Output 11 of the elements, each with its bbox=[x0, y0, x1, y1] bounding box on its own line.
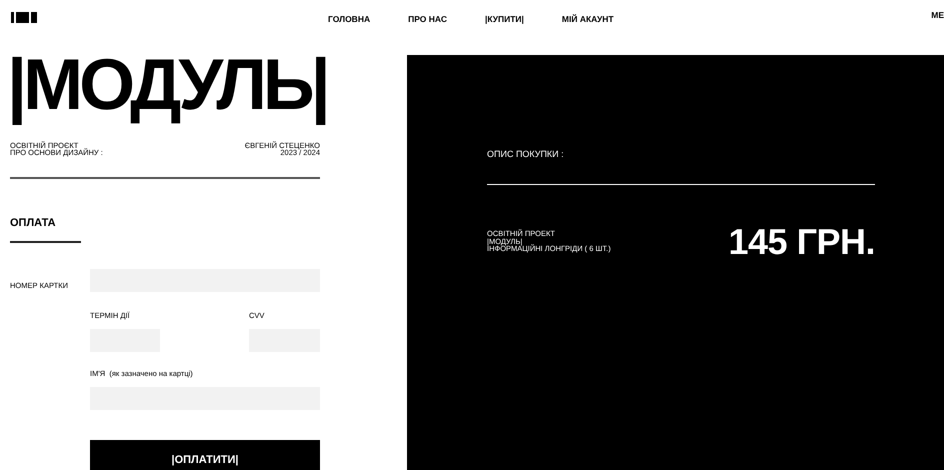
nav-link[interactable]: МІЙ АКАУНТ bbox=[562, 13, 614, 26]
summary-heading: ОПИС ПОКУПКИ : bbox=[487, 149, 564, 159]
nav-link[interactable]: |КУПИТИ| bbox=[484, 13, 524, 26]
section-heading: ОПЛАТА bbox=[10, 215, 81, 243]
nav-link[interactable]: ПРО НАС bbox=[408, 13, 447, 26]
menu-link[interactable]: МЕ bbox=[931, 9, 944, 22]
brand-title: |МОДУЛЬ| bbox=[7, 48, 328, 124]
price-total: 145 ГРН. bbox=[728, 220, 875, 264]
logo-icon[interactable] bbox=[11, 12, 37, 23]
pay-button[interactable]: |ОПЛАТИТИ| bbox=[90, 440, 320, 470]
nav-link[interactable]: ГОЛОВНА bbox=[328, 13, 370, 26]
